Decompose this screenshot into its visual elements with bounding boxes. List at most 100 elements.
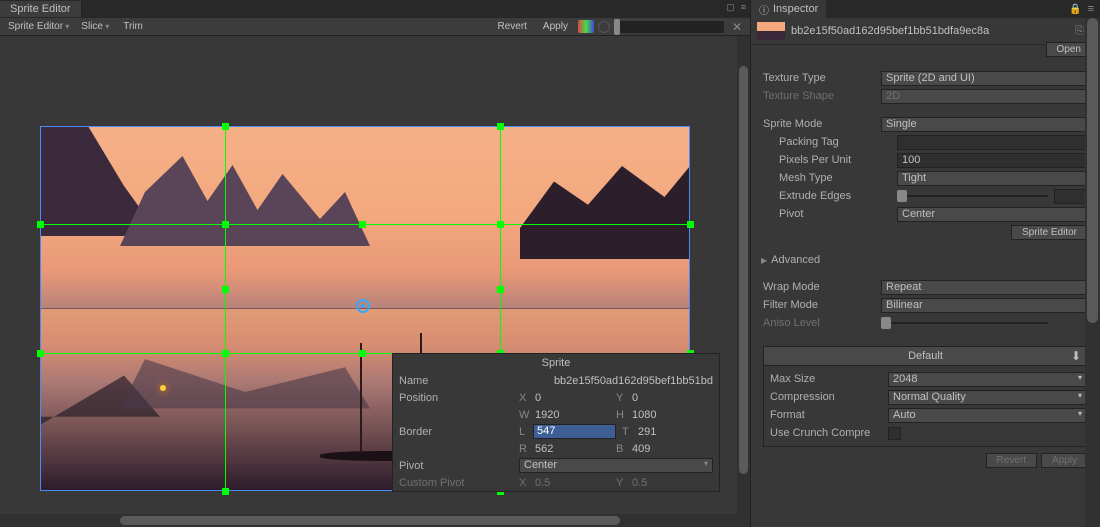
aniso-slider: 1	[881, 316, 1094, 331]
format-label: Format	[770, 409, 888, 421]
sprite-mode-dropdown[interactable]: Single	[881, 117, 1094, 132]
inspector-scrollbar[interactable]	[1085, 18, 1100, 527]
inspector-revert-button[interactable]: Revert	[986, 453, 1037, 468]
handle[interactable]	[497, 221, 504, 228]
texture-shape-label: Texture Shape	[763, 90, 881, 102]
apply-button[interactable]: Apply	[537, 20, 574, 33]
mesh-type-label: Mesh Type	[779, 172, 897, 184]
v-scrollbar[interactable]	[737, 36, 750, 514]
handle[interactable]	[37, 350, 44, 357]
tab-inspector[interactable]: ⓘ Inspector	[751, 0, 826, 19]
sprite-details-panel: Sprite Name bb2e15f50ad162d95bef1bb51bd …	[392, 353, 720, 492]
pos-y[interactable]: 0	[630, 392, 713, 404]
crunch-label: Use Crunch Compre	[770, 427, 888, 439]
pivot-dropdown[interactable]: Center	[519, 458, 713, 473]
filter-mode-dropdown[interactable]: Bilinear	[881, 298, 1094, 313]
h-scrollbar[interactable]	[0, 514, 750, 527]
sprite-mode-label: Sprite Mode	[763, 118, 881, 130]
pos-w[interactable]: 1920	[533, 409, 616, 421]
tab-sprite-editor[interactable]: Sprite Editor	[0, 1, 82, 17]
revert-button[interactable]: Revert	[491, 20, 532, 33]
inspector-tab-bar: ⓘ Inspector 🔒 ≡	[751, 0, 1100, 18]
handle[interactable]	[222, 286, 229, 293]
wrap-mode-label: Wrap Mode	[763, 281, 881, 293]
window-controls: ▢ ≡	[726, 2, 746, 13]
cpivot-y: 0.5	[630, 477, 713, 489]
border-label: Border	[399, 426, 519, 438]
cpivot-x: 0.5	[533, 477, 616, 489]
editor-toolbar: Sprite Editor Slice Trim Revert Apply ✕	[0, 18, 750, 36]
packing-tag-input[interactable]	[897, 135, 1094, 150]
download-icon[interactable]: ⬇	[1071, 349, 1081, 363]
packing-tag-label: Packing Tag	[779, 136, 897, 148]
pivot-label: Pivot	[399, 460, 519, 472]
asset-name: bb2e15f50ad162d95bef1bb51bdfa9ec8a	[791, 25, 1069, 37]
pivot-dropdown[interactable]: Center	[897, 207, 1094, 222]
window-menu-icon[interactable]: ≡	[741, 2, 746, 13]
max-size-dropdown[interactable]: 2048	[888, 372, 1087, 387]
border-r[interactable]: 562	[533, 443, 616, 455]
border-line-left[interactable]	[225, 126, 226, 491]
info-icon: ⓘ	[759, 2, 769, 17]
filter-mode-label: Filter Mode	[763, 299, 881, 311]
handle[interactable]	[222, 123, 229, 130]
lock-icon[interactable]: 🔒	[1069, 4, 1087, 15]
ppu-input[interactable]: 100	[897, 153, 1094, 168]
custom-pivot-label: Custom Pivot	[399, 477, 519, 489]
handle[interactable]	[222, 350, 229, 357]
pos-h[interactable]: 1080	[630, 409, 713, 421]
handle[interactable]	[497, 286, 504, 293]
handle[interactable]	[359, 221, 366, 228]
border-b[interactable]: 409	[630, 443, 713, 455]
alpha-slider[interactable]	[614, 21, 724, 33]
texture-type-label: Texture Type	[763, 72, 881, 84]
panel-title: Sprite	[393, 354, 719, 372]
handle[interactable]	[37, 221, 44, 228]
sprite-editor-button[interactable]: Sprite Editor	[1011, 225, 1088, 240]
alpha-circle-icon[interactable]	[598, 21, 610, 33]
window-detach-icon[interactable]: ▢	[726, 2, 735, 13]
texture-shape-dropdown: 2D	[881, 89, 1094, 104]
border-l-input[interactable]: 547	[533, 424, 616, 439]
rgb-toggle-icon[interactable]	[578, 20, 594, 33]
handle[interactable]	[359, 350, 366, 357]
texture-type-dropdown[interactable]: Sprite (2D and UI)	[881, 71, 1094, 86]
advanced-foldout[interactable]: ▶ Advanced	[757, 252, 1094, 268]
name-value[interactable]: bb2e15f50ad162d95bef1bb51bd	[519, 375, 713, 387]
slice-dropdown[interactable]: Slice	[77, 20, 113, 33]
wrap-mode-dropdown[interactable]: Repeat	[881, 280, 1094, 295]
pivot-handle[interactable]	[356, 299, 370, 313]
mode-dropdown[interactable]: Sprite Editor	[4, 20, 73, 33]
compression-label: Compression	[770, 391, 888, 403]
trim-button[interactable]: Trim	[117, 20, 149, 33]
asset-header: bb2e15f50ad162d95bef1bb51bdfa9ec8a ⎘ ?	[751, 18, 1100, 45]
platform-tabs[interactable]: Default ⬇	[763, 346, 1088, 366]
inspector-body: Texture Type Sprite (2D and UI) Texture …	[751, 45, 1100, 480]
extrude-label: Extrude Edges	[779, 190, 897, 202]
handle[interactable]	[222, 221, 229, 228]
format-dropdown[interactable]: Auto	[888, 408, 1087, 423]
crunch-checkbox[interactable]	[888, 427, 901, 440]
border-t[interactable]: 291	[636, 426, 713, 438]
max-size-label: Max Size	[770, 373, 888, 385]
pos-x[interactable]: 0	[533, 392, 616, 404]
aniso-label: Aniso Level	[763, 317, 881, 329]
handle[interactable]	[687, 221, 694, 228]
name-label: Name	[399, 375, 519, 387]
ppu-label: Pixels Per Unit	[779, 154, 897, 166]
sprite-editor-panel: ▢ ≡ Sprite Editor Sprite Editor Slice Tr…	[0, 0, 750, 527]
handle[interactable]	[222, 488, 229, 495]
compression-dropdown[interactable]: Normal Quality	[888, 390, 1087, 405]
extrude-slider[interactable]: 1	[897, 189, 1094, 204]
asset-thumbnail	[757, 22, 785, 40]
inspector-apply-button[interactable]: Apply	[1041, 453, 1088, 468]
close-icon[interactable]: ✕	[728, 20, 746, 34]
pivot-label: Pivot	[779, 208, 897, 220]
handle[interactable]	[497, 123, 504, 130]
asset-bundle-icon[interactable]: ⎘	[1075, 25, 1084, 38]
panel-menu-icon[interactable]: ≡	[1088, 3, 1100, 15]
editor-tab-bar: Sprite Editor	[0, 0, 750, 18]
inspector-panel: ⓘ Inspector 🔒 ≡ bb2e15f50ad162d95bef1bb5…	[750, 0, 1100, 527]
canvas-area[interactable]: Sprite Name bb2e15f50ad162d95bef1bb51bd …	[0, 36, 750, 527]
mesh-type-dropdown[interactable]: Tight	[897, 171, 1094, 186]
